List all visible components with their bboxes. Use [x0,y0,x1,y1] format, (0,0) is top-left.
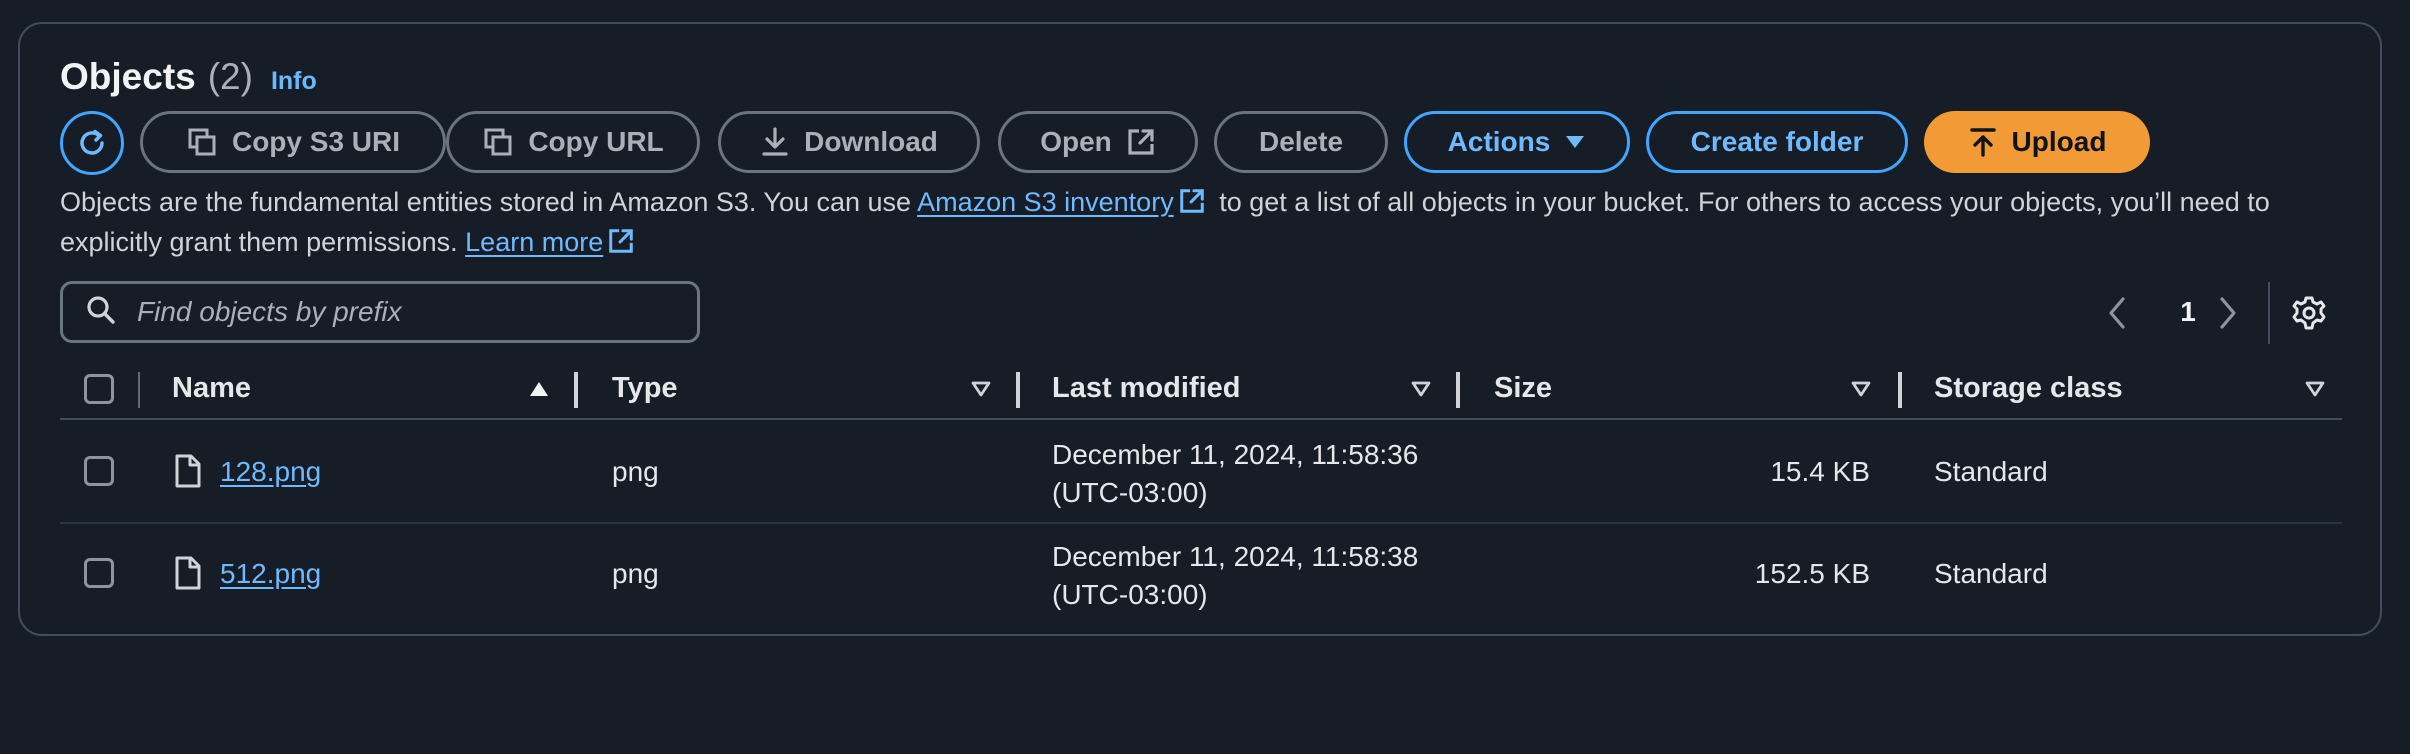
sort-icon[interactable] [1850,380,1872,398]
learn-more-link[interactable]: Learn more [465,227,603,257]
previous-page-button[interactable] [2107,296,2127,335]
object-storage-class: Standard [1934,558,2048,589]
copy-s3-uri-label: Copy S3 URI [231,126,401,157]
object-name-link[interactable]: 128.png [220,456,321,488]
column-header-size[interactable]: Size [1494,372,1552,405]
upload-label: Upload [2011,126,2107,157]
create-folder-label: Create folder [1690,126,1864,157]
column-header-last-modified[interactable]: Last modified [1052,372,1241,405]
object-name-link[interactable]: 512.png [220,558,321,590]
select-all-checkbox[interactable] [84,374,114,404]
chevron-left-icon [2109,297,2125,329]
copy-icon [188,128,216,156]
refresh-icon [80,129,104,155]
object-type: png [612,456,659,487]
next-page-button[interactable] [2218,296,2238,335]
column-header-name[interactable]: Name [172,372,251,405]
column-resizer[interactable] [1898,372,1902,408]
refresh-button[interactable] [60,111,124,175]
external-link-icon [609,229,633,253]
download-icon [762,127,788,156]
delete-label: Delete [1258,126,1344,157]
last-modified-timezone: (UTC-03:00) [1052,579,1208,610]
upload-icon [1969,128,1996,157]
search-input[interactable] [135,295,659,329]
object-last-modified: December 11, 2024, 11:58:36 (UTC-03:00) [1052,436,1418,512]
search-box [60,281,700,343]
page-title: Objects [60,56,196,97]
row-checkbox[interactable] [84,456,114,486]
actions-dropdown-button[interactable]: Actions [1404,111,1630,173]
open-button[interactable]: Open [998,111,1198,173]
download-label: Download [804,126,938,157]
file-icon [175,454,201,488]
object-count: (2) [207,56,253,97]
objects-header: Objects (2) Info [60,56,317,102]
row-checkbox[interactable] [84,558,114,588]
column-header-storage-class[interactable]: Storage class [1934,372,2123,405]
object-type: png [612,558,659,589]
search-icon [85,294,117,331]
pager-divider [2268,282,2270,344]
table-header: Name Type Last modified Size Storage cla… [60,362,2342,420]
create-folder-button[interactable]: Create folder [1646,111,1908,173]
sort-ascending-icon[interactable] [528,380,550,398]
copy-url-button[interactable]: Copy URL [446,111,700,173]
table-row[interactable]: 128.png png December 11, 2024, 11:58:36 … [60,422,2342,524]
gear-icon [2292,296,2326,330]
copy-url-label: Copy URL [528,126,664,157]
copy-icon [484,128,512,156]
last-modified-timezone: (UTC-03:00) [1052,477,1208,508]
object-last-modified: December 11, 2024, 11:58:38 (UTC-03:00) [1052,538,1418,614]
sort-icon[interactable] [970,380,992,398]
copy-s3-uri-button[interactable]: Copy S3 URI [140,111,446,173]
s3-inventory-link[interactable]: Amazon S3 inventory [917,187,1174,217]
info-link[interactable]: Info [271,67,317,96]
object-size: 152.5 KB [1754,558,1870,589]
open-label: Open [1040,126,1112,157]
file-icon [175,556,201,590]
column-divider [138,372,140,408]
external-link-icon [1128,129,1154,155]
table-row[interactable]: 512.png png December 11, 2024, 11:58:38 … [60,524,2342,624]
table-preferences-button[interactable] [2290,294,2328,337]
column-header-type[interactable]: Type [612,372,678,405]
column-resizer[interactable] [574,372,578,408]
column-resizer[interactable] [1016,372,1020,408]
last-modified-date: December 11, 2024, 11:58:36 [1052,439,1419,470]
current-page-number[interactable]: 1 [2170,296,2206,328]
sort-icon[interactable] [2304,380,2326,398]
download-button[interactable]: Download [718,111,980,173]
description-text-1: Objects are the fundamental entities sto… [60,187,918,217]
last-modified-date: December 11, 2024, 11:58:38 [1052,541,1419,572]
chevron-right-icon [2220,297,2236,329]
column-resizer[interactable] [1456,372,1460,408]
pagination: 1 [2100,282,2380,344]
caret-down-icon [1566,136,1585,148]
object-size: 15.4 KB [1770,456,1870,487]
object-storage-class: Standard [1934,456,2048,487]
sort-icon[interactable] [1410,380,1432,398]
upload-button[interactable]: Upload [1924,111,2150,173]
actions-label: Actions [1447,126,1551,157]
external-link-icon [1179,189,1204,213]
objects-description: Objects are the fundamental entities sto… [60,182,2320,262]
delete-button[interactable]: Delete [1214,111,1388,173]
